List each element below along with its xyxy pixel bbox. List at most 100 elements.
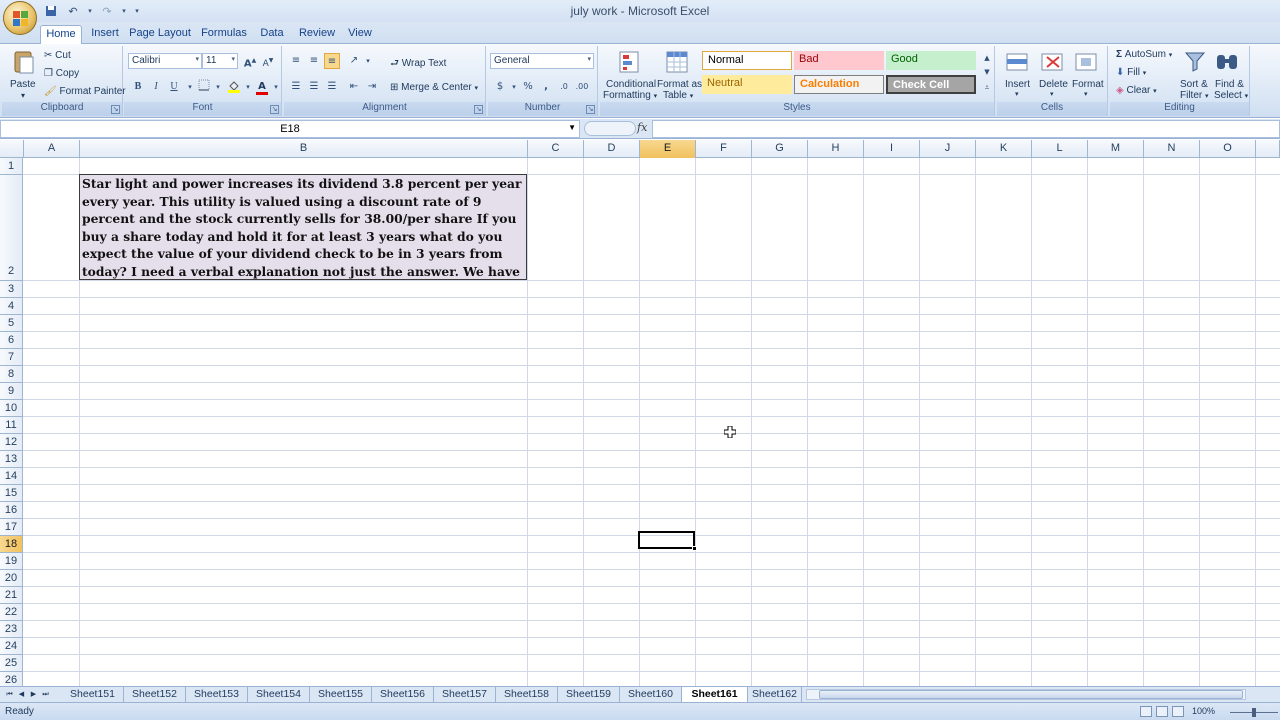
format-as-table-label-1[interactable]: Format as [657, 79, 702, 90]
normal-view-icon[interactable] [1140, 706, 1152, 717]
styles-more-icon[interactable]: ⩡ [979, 80, 995, 96]
merge-center-button[interactable]: ⊞ Merge & Center ▾ [390, 82, 478, 93]
name-box[interactable]: E18 ▼ [0, 120, 580, 138]
column-header-n[interactable]: N [1144, 140, 1200, 158]
format-cells-label[interactable]: Format [1072, 79, 1104, 90]
column-header-j[interactable]: J [920, 140, 976, 158]
column-header-e[interactable]: E [640, 140, 696, 158]
column-header-l[interactable]: L [1032, 140, 1088, 158]
shrink-font-icon[interactable]: A▼ [260, 53, 276, 69]
format-as-table-label-2[interactable]: Table ▾ [663, 90, 693, 101]
tab-formulas[interactable]: Formulas [198, 25, 250, 44]
row-header-15[interactable]: 15 [0, 485, 23, 502]
delete-dropdown-icon[interactable]: ▾ [1050, 90, 1054, 98]
align-left-icon[interactable]: ☰ [288, 79, 304, 95]
row-header-14[interactable]: 14 [0, 468, 23, 485]
conditional-formatting-label-2[interactable]: Formatting ▾ [603, 90, 657, 101]
sheet-tab-160[interactable]: Sheet160 [620, 687, 682, 702]
decrease-indent-icon[interactable]: ⇤ [346, 79, 362, 95]
row-header-24[interactable]: 24 [0, 638, 23, 655]
row-header-11[interactable]: 11 [0, 417, 23, 434]
insert-cells-label[interactable]: Insert [1005, 79, 1030, 90]
align-middle-icon[interactable]: ≡ [306, 53, 322, 69]
format-cells-icon[interactable] [1073, 49, 1099, 75]
sheet-tab-157[interactable]: Sheet157 [434, 687, 496, 702]
style-normal[interactable]: Normal [702, 51, 792, 70]
insert-cells-icon[interactable] [1004, 49, 1030, 75]
clear-button[interactable]: ◈ Clear ▾ [1116, 85, 1157, 96]
orientation-dropdown-icon[interactable]: ▾ [360, 53, 376, 69]
row-header-22[interactable]: 22 [0, 604, 23, 621]
column-header-c[interactable]: C [528, 140, 584, 158]
fill-handle[interactable] [692, 546, 697, 551]
row-header-21[interactable]: 21 [0, 587, 23, 604]
select-all-corner[interactable] [0, 140, 24, 158]
row-header-19[interactable]: 19 [0, 553, 23, 570]
row-header-20[interactable]: 20 [0, 570, 23, 587]
column-header-k[interactable]: K [976, 140, 1032, 158]
row-header-12[interactable]: 12 [0, 434, 23, 451]
style-bad[interactable]: Bad [794, 51, 884, 70]
sort-filter-label-2[interactable]: Filter ▾ [1180, 90, 1209, 101]
tab-view[interactable]: View [344, 25, 376, 44]
column-header-g[interactable]: G [752, 140, 808, 158]
sort-filter-label-1[interactable]: Sort & [1180, 79, 1208, 90]
find-select-label-1[interactable]: Find & [1215, 79, 1244, 90]
column-header-f[interactable]: F [696, 140, 752, 158]
first-sheet-icon[interactable]: ⏮ [4, 689, 15, 700]
formula-input[interactable] [652, 120, 1280, 138]
decrease-decimal-icon[interactable]: .00 [574, 79, 590, 95]
column-header-m[interactable]: M [1088, 140, 1144, 158]
number-launcher-icon[interactable]: ↘ [586, 105, 595, 114]
column-header-h[interactable]: H [808, 140, 864, 158]
sheet-tab-151[interactable]: Sheet151 [62, 687, 124, 702]
last-sheet-icon[interactable]: ⏭ [40, 689, 51, 700]
insert-dropdown-icon[interactable]: ▾ [1015, 90, 1019, 98]
sheet-tab-158[interactable]: Sheet158 [496, 687, 558, 702]
align-top-icon[interactable]: ≡ [288, 53, 304, 69]
find-select-label-2[interactable]: Select ▾ [1214, 90, 1248, 101]
row-header-18[interactable]: 18 [0, 536, 23, 553]
office-button[interactable] [3, 1, 37, 35]
column-header-o[interactable]: O [1200, 140, 1256, 158]
row-header-4[interactable]: 4 [0, 298, 23, 315]
align-bottom-icon[interactable]: ≡ [324, 53, 340, 69]
cell-b2[interactable]: Star light and power increases its divid… [79, 174, 527, 280]
row-header-9[interactable]: 9 [0, 383, 23, 400]
copy-button[interactable]: ❐ Copy [44, 68, 79, 79]
tab-review[interactable]: Review [296, 25, 338, 44]
increase-decimal-icon[interactable]: .0 [556, 79, 572, 95]
autosum-button[interactable]: Σ AutoSum ▾ [1116, 49, 1172, 60]
conditional-formatting-label-1[interactable]: Conditional [606, 79, 656, 90]
row-header-6[interactable]: 6 [0, 332, 23, 349]
page-break-view-icon[interactable] [1172, 706, 1184, 717]
borders-dropdown-icon[interactable]: ▾ [210, 79, 226, 95]
tab-page-layout[interactable]: Page Layout [128, 25, 192, 44]
zoom-slider-thumb[interactable] [1252, 708, 1256, 717]
cut-button[interactable]: ✂ Cut [44, 50, 71, 61]
row-header-25[interactable]: 25 [0, 655, 23, 672]
conditional-formatting-icon[interactable] [616, 49, 642, 75]
worksheet-grid[interactable]: A B C D E F G H I J K L M N O 1 2 3 4 5 … [0, 140, 1280, 686]
align-center-icon[interactable]: ☰ [306, 79, 322, 95]
align-right-icon[interactable]: ☰ [324, 79, 340, 95]
active-cell-e18[interactable] [638, 531, 697, 551]
style-check-cell[interactable]: Check Cell [886, 75, 976, 94]
percent-button[interactable]: % [520, 79, 536, 95]
sheet-tab-161[interactable]: Sheet161 [682, 687, 748, 702]
italic-button[interactable]: I [148, 79, 164, 95]
row-header-26[interactable]: 26 [0, 672, 23, 686]
wrap-text-button[interactable]: ⮐ Wrap Text [390, 56, 446, 73]
underline-button[interactable]: U [166, 79, 182, 95]
format-as-table-icon[interactable] [664, 49, 690, 75]
font-name-combo[interactable]: Calibri ▾ [128, 53, 202, 69]
font-launcher-icon[interactable]: ↘ [270, 105, 279, 114]
number-format-combo[interactable]: General ▾ [490, 53, 594, 69]
grow-font-icon[interactable]: A▲ [242, 53, 258, 69]
delete-cells-label[interactable]: Delete [1039, 79, 1068, 90]
sheet-tab-155[interactable]: Sheet155 [310, 687, 372, 702]
row-header-1[interactable]: 1 [0, 158, 23, 175]
sheet-tab-152[interactable]: Sheet152 [124, 687, 186, 702]
tab-data[interactable]: Data [256, 25, 288, 44]
style-calculation[interactable]: Calculation [794, 75, 884, 94]
